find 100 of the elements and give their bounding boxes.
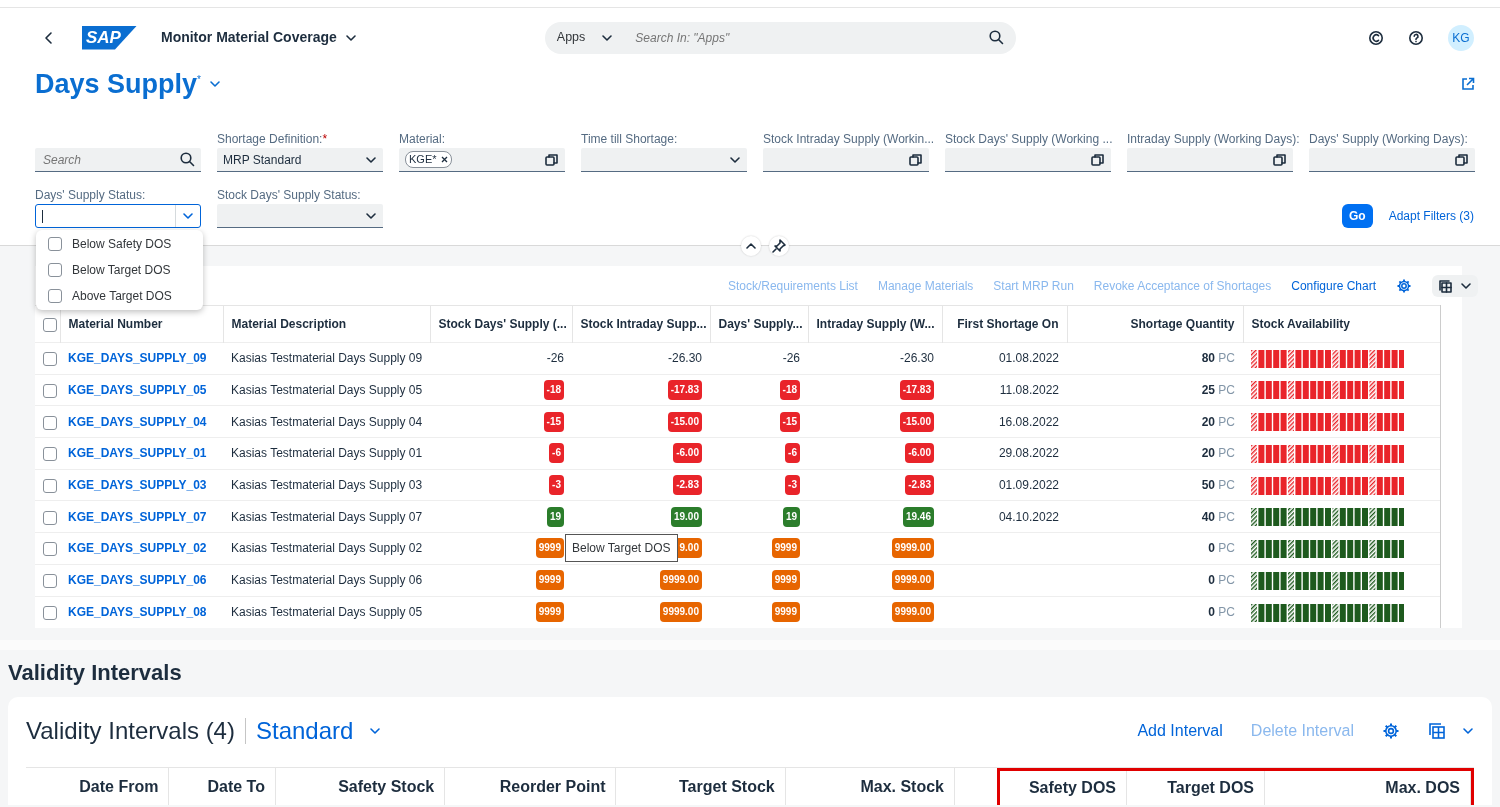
ring-icon[interactable] [1368,29,1384,46]
settings-icon[interactable] [1382,722,1400,740]
value-help-field[interactable] [1309,148,1475,172]
remove-icon[interactable] [440,156,448,163]
pin-button[interactable] [769,236,789,256]
adapt-filters-link[interactable]: Adapt Filters (3) [1388,207,1474,225]
search-icon[interactable] [988,30,1004,45]
dropdown-field[interactable] [35,204,201,228]
material-link[interactable]: KGE_DAYS_SUPPLY_02 [68,541,207,556]
status-badge: -15 [779,411,800,432]
row-checkbox[interactable] [43,415,57,430]
help-icon[interactable] [1408,29,1424,46]
column-header[interactable]: Intraday Supply (W... [808,305,942,343]
dropdown-field[interactable]: MRP Standard [217,148,383,172]
back-icon[interactable] [44,30,54,45]
value-help-icon[interactable] [909,152,923,167]
table-cell: 11.08.2022 [999,383,1059,398]
user-avatar[interactable]: KG [1448,24,1474,51]
option-checkbox[interactable] [48,263,62,277]
search-bar[interactable]: Apps Search In: "Apps" [544,21,1016,54]
status-badge: -17.83 [899,380,934,401]
row-checkbox[interactable] [43,383,57,398]
column-header[interactable]: Reorder Point [445,768,617,805]
table-cell: Kasias Testmaterial Days Supply 09 [223,342,430,375]
material-link[interactable]: KGE_DAYS_SUPPLY_07 [68,509,207,524]
row-checkbox[interactable] [43,574,57,588]
caret-icon[interactable] [365,210,377,221]
material-link[interactable]: KGE_DAYS_SUPPLY_05 [68,383,207,398]
column-header[interactable]: Date To [169,768,276,805]
status-badge: 9999.00 [891,538,934,559]
toolbar-button[interactable]: Add Interval [1137,719,1223,743]
material-link[interactable]: KGE_DAYS_SUPPLY_09 [68,351,207,366]
scope-label[interactable]: Apps [556,28,586,47]
status-badge: -6.00 [673,443,702,464]
material-link[interactable]: KGE_DAYS_SUPPLY_06 [68,573,207,588]
material-link[interactable]: KGE_DAYS_SUPPLY_04 [68,414,207,429]
column-header[interactable]: Shortage Quantity [1067,305,1243,343]
filter-label: Stock Intraday Supply (Workin... [763,132,935,146]
value-help-field[interactable]: KGE* [399,148,565,172]
column-header[interactable]: Stock Days' Supply (... [430,305,572,343]
caret-icon[interactable] [365,154,377,165]
collapse-button[interactable] [741,236,761,256]
column-header[interactable]: Date From [26,768,170,805]
column-header[interactable]: Safety Stock [275,768,446,805]
column-header[interactable]: Safety DOS [1000,771,1127,805]
column-header[interactable]: Days' Supply... [710,305,808,343]
option-checkbox[interactable] [48,237,62,251]
row-checkbox[interactable] [43,542,57,557]
dropdown-field[interactable] [217,204,383,228]
search-icon[interactable] [180,152,195,167]
row-checkbox[interactable] [43,510,57,525]
column-header[interactable]: Stock Intraday Supp... [572,305,710,343]
column-header[interactable]: Target Stock [616,768,786,805]
search-input[interactable]: Search [41,149,180,170]
column-header[interactable]: First Shortage On [942,305,1067,343]
caret-icon [369,726,382,736]
settings-icon[interactable] [1396,277,1412,294]
search-input[interactable]: Search In: "Apps" [633,27,989,48]
material-link[interactable]: KGE_DAYS_SUPPLY_03 [68,478,207,493]
value-help-field[interactable] [763,148,929,172]
status-badge: 9999.00 [891,570,934,591]
caret-icon [1460,280,1472,291]
column-header[interactable]: Stock Availability [1243,305,1440,343]
dropdown-field[interactable] [581,148,747,172]
share-icon[interactable] [1460,76,1476,92]
app-title-menu[interactable]: Monitor Material Coverage [160,27,357,48]
value-help-icon[interactable] [1273,152,1287,167]
table-cell: Kasias Testmaterial Days Supply 05 [223,374,430,406]
row-checkbox[interactable] [43,447,57,462]
filter-label: Days' Supply Status: [35,188,146,202]
table-cell: -26.30 [899,351,934,366]
value-help-field[interactable] [945,148,1111,172]
column-header[interactable]: Max. DOS [1265,771,1471,805]
value-help-icon[interactable] [1455,152,1469,167]
value-help-field[interactable] [1127,148,1293,172]
filter-token[interactable]: KGE* [405,151,452,168]
caret-icon[interactable] [729,154,741,165]
search-field[interactable]: Search [35,148,201,172]
column-header[interactable]: Material Description [223,305,430,343]
status-badge: -6 [785,443,800,464]
variant-selector[interactable]: Standard [255,713,382,749]
column-header[interactable]: Max. Stock [785,768,955,805]
value-help-icon[interactable] [1091,152,1105,167]
material-link[interactable]: KGE_DAYS_SUPPLY_08 [68,605,207,620]
row-checkbox[interactable] [43,605,57,620]
export-menu-button[interactable] [1432,274,1478,297]
column-header[interactable]: Target DOS [1127,771,1265,805]
row-checkbox[interactable] [43,352,57,367]
table-cell: Kasias Testmaterial Days Supply 04 [223,405,430,438]
row-checkbox[interactable] [43,478,57,493]
value-help-icon[interactable] [545,152,559,167]
caret-icon[interactable] [182,211,194,221]
select-all-checkbox[interactable] [43,317,57,332]
table-title: Validity Intervals (4) [26,716,235,746]
toolbar-button[interactable]: Configure Chart [1291,276,1376,295]
status-badge: -18 [543,380,564,401]
status-badge: 9999.00 [659,602,702,623]
option-checkbox[interactable] [48,289,62,303]
go-button[interactable]: Go [1341,204,1373,228]
material-link[interactable]: KGE_DAYS_SUPPLY_01 [68,446,207,461]
